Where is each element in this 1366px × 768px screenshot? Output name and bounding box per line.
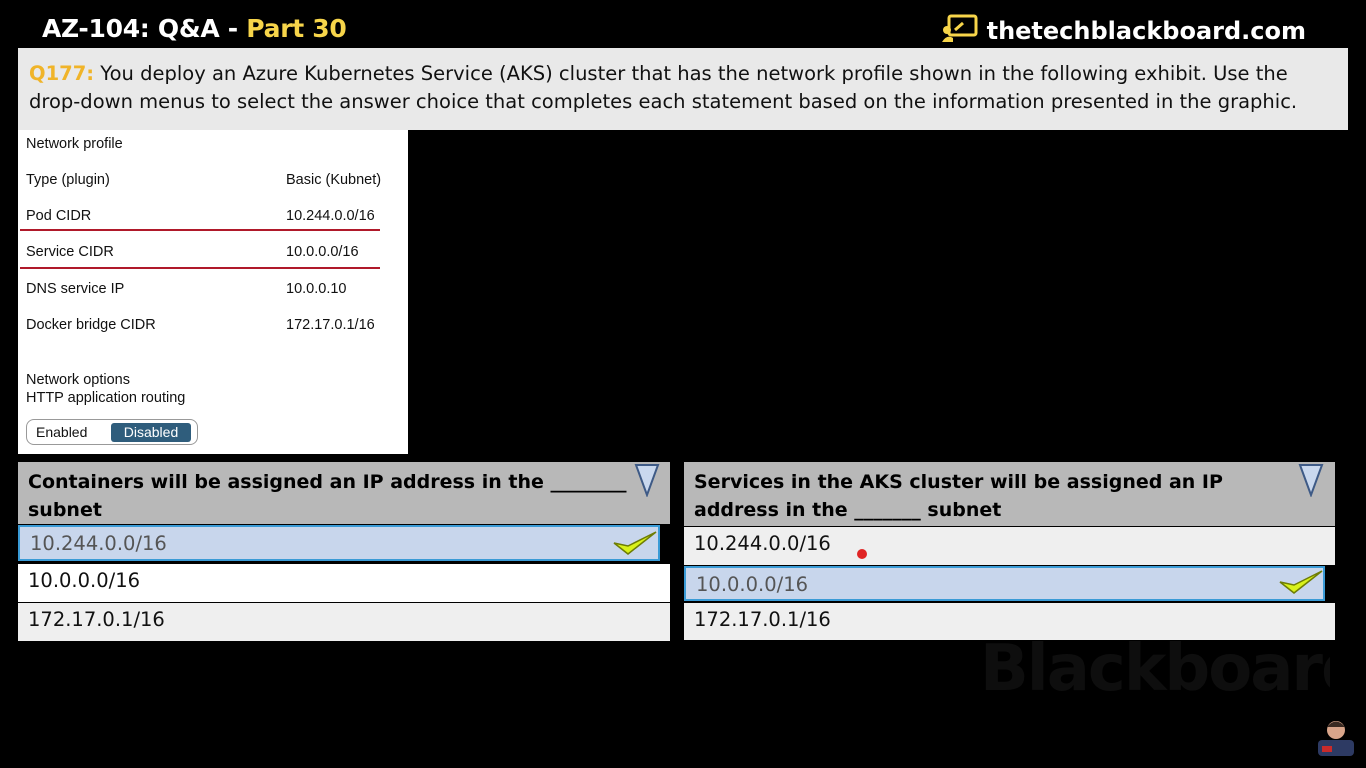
statement-text: Containers will be assigned an IP addres… [28,471,627,521]
network-options-label: Network options [26,372,398,392]
exhibit-row-service-cidr: Service CIDR 10.0.0.0/16 [26,244,398,264]
checkmark-icon [612,529,658,561]
checkmark-icon [1278,568,1324,600]
network-profile-exhibit: Network profile Type (plugin) Basic (Kub… [18,130,408,454]
dropdown-option[interactable]: 10.0.0.0/16 [18,564,670,602]
exhibit-row-value: 10.244.0.0/16 [286,208,375,224]
option-label: 10.0.0.0/16 [28,569,141,592]
dropdown-option[interactable]: 10.244.0.0/16 [684,527,1335,565]
dropdown-option[interactable]: 172.17.0.1/16 [18,603,670,641]
watermark: Blackboard [980,640,1330,698]
toggle-enabled-option[interactable]: Enabled [36,424,87,440]
exhibit-row-dns-ip: DNS service IP 10.0.0.10 [26,281,398,301]
dropdown-containers: Containers will be assigned an IP addres… [18,462,670,642]
question-number: Q177: [29,62,95,85]
cursor-indicator [857,549,867,559]
option-label: 172.17.0.1/16 [694,608,831,631]
dropdown-option[interactable]: 10.244.0.0/16 [18,525,660,561]
blackboard-logo-icon [941,14,979,48]
statement-text: Services in the AKS cluster will be assi… [694,471,1223,521]
exhibit-row-value: Basic (Kubnet) [286,172,382,188]
title-prefix: AZ-104: Q&A [42,14,220,43]
exhibit-row-key: Service CIDR [26,244,114,260]
dropdown-statement[interactable]: Services in the AKS cluster will be assi… [684,462,1335,526]
http-routing-label: HTTP application routing [26,390,398,410]
exhibit-heading: Network profile [26,136,398,156]
network-options-text: Network options [26,372,130,388]
option-label: 172.17.0.1/16 [28,608,165,631]
presenter-avatar [1318,716,1354,756]
http-routing-toggle[interactable]: Enabled Disabled [26,419,198,445]
dropdown-arrow-icon[interactable] [1298,463,1324,501]
dropdown-option[interactable]: 172.17.0.1/16 [684,603,1335,640]
exhibit-row-value: 10.0.0.0/16 [286,244,359,260]
exhibit-row-key: Pod CIDR [26,208,92,224]
dropdown-arrow-icon[interactable] [634,463,660,501]
exhibit-row-docker-bridge: Docker bridge CIDR 172.17.0.1/16 [26,317,398,337]
dropdown-services: Services in the AKS cluster will be assi… [684,462,1335,640]
exhibit-row-value: 172.17.0.1/16 [286,317,375,333]
brand: thetechblackboard.com [941,14,1306,48]
option-label: 10.244.0.0/16 [30,532,167,555]
exhibit-row-value: 10.0.0.10 [286,281,347,297]
title-dash: - [219,14,247,43]
http-routing-text: HTTP application routing [26,390,186,406]
red-underline [20,267,380,269]
exhibit-row-type: Type (plugin) Basic (Kubnet) [26,172,398,192]
red-underline [20,229,380,231]
video-title: AZ-104: Q&A - Part 30 [42,14,347,43]
exhibit-row-pod-cidr: Pod CIDR 10.244.0.0/16 [26,208,398,228]
exhibit-row-key: Docker bridge CIDR [26,317,156,333]
dropdown-statement[interactable]: Containers will be assigned an IP addres… [18,462,670,524]
question-box: Q177: You deploy an Azure Kubernetes Ser… [18,48,1348,130]
question-text: You deploy an Azure Kubernetes Service (… [29,62,1298,113]
dropdown-option[interactable]: 10.0.0.0/16 [684,566,1325,601]
exhibit-row-key: DNS service IP [26,281,125,297]
toggle-disabled-option[interactable]: Disabled [111,423,191,442]
exhibit-heading-label: Network profile [26,136,123,152]
title-part: Part 30 [246,14,347,43]
option-label: 10.0.0.0/16 [696,573,809,596]
brand-name: thetechblackboard.com [986,17,1306,45]
exhibit-row-key: Type (plugin) [26,172,110,188]
option-label: 10.244.0.0/16 [694,532,831,555]
